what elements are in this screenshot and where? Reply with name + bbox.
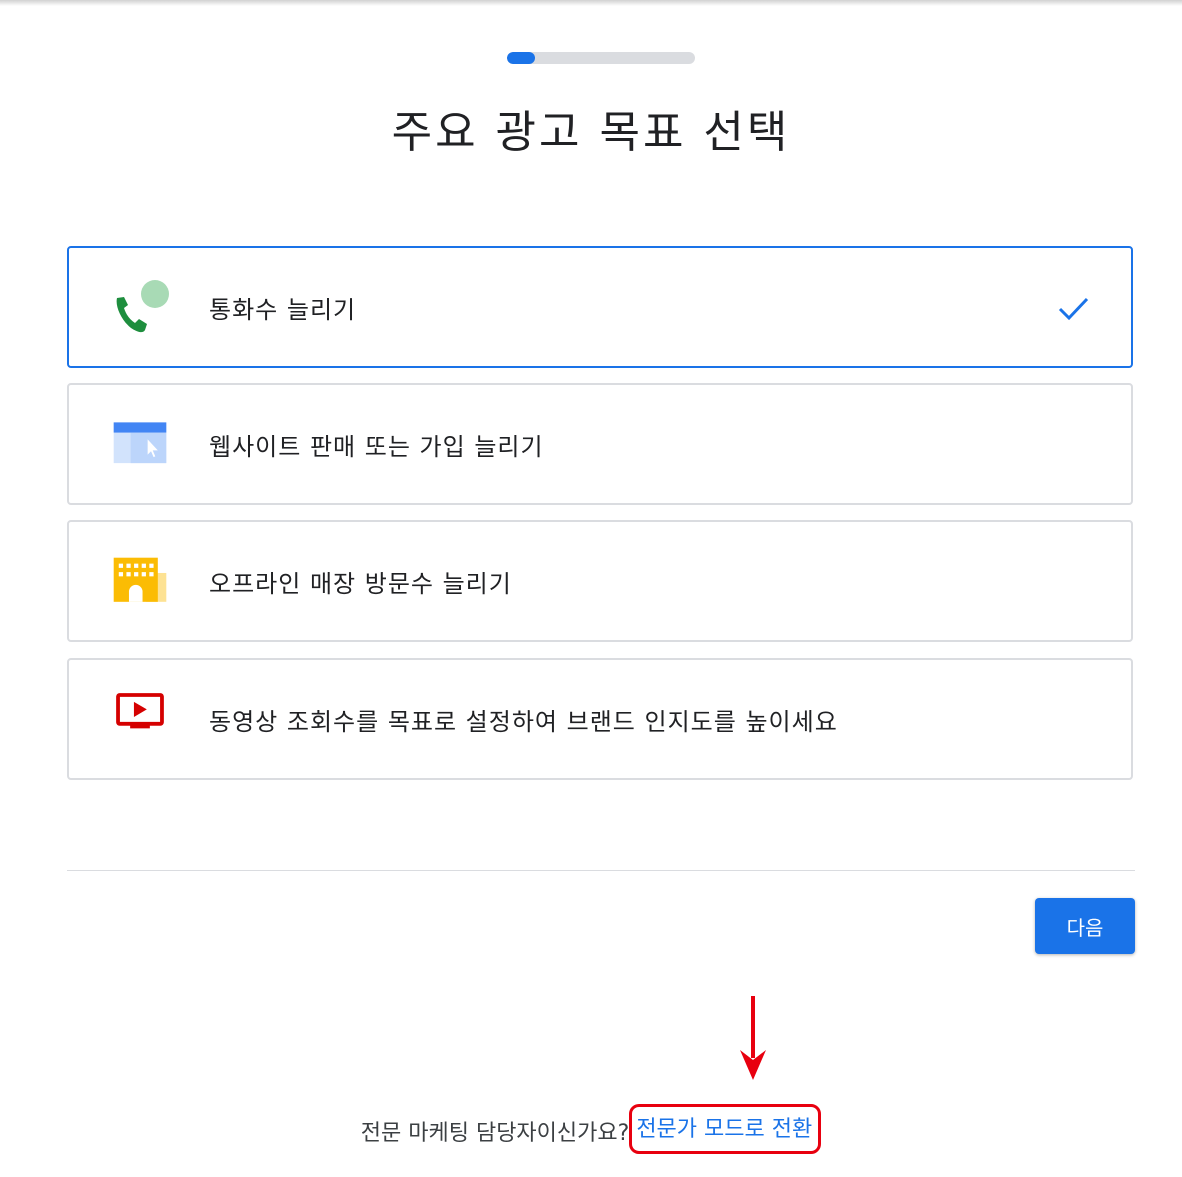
website-click-icon [113,422,167,464]
phone-call-icon [116,280,169,333]
highlight-box: 전문가 모드로 전환 [629,1104,822,1154]
goal-card-website[interactable]: 웹사이트 판매 또는 가입 늘리기 [67,383,1133,505]
store-building-icon [113,557,167,602]
progress-bar [507,52,695,64]
goal-label-store: 오프라인 매장 방문수 늘리기 [209,569,512,598]
footer-question: 전문 마케팅 담당자이신가요? [360,1121,630,1146]
arrow-down-icon [740,996,766,1080]
top-shadow [0,0,1182,6]
goal-card-store[interactable]: 오프라인 매장 방문수 늘리기 [67,520,1133,642]
checkmark-icon [1058,297,1089,321]
video-play-icon [116,693,164,729]
expert-mode-link[interactable]: 전문가 모드로 전환 [636,1117,812,1142]
footer: 전문 마케팅 담당자이신가요? 전문가 모드로 전환 [0,1104,1182,1158]
goal-card-calls[interactable]: 통화수 늘리기 [67,246,1133,368]
divider [67,870,1135,871]
goal-label-website: 웹사이트 판매 또는 가입 늘리기 [209,432,544,461]
page: 주요 광고 목표 선택 통화수 늘리기 웹사이트 판매 또는 가입 늘리기 오프… [0,0,1182,1177]
next-button[interactable]: 다음 [1035,898,1135,954]
progress-fill [507,52,536,64]
goal-label-video: 동영상 조회수를 목표로 설정하여 브랜드 인지도를 높이세요 [209,707,838,736]
goal-card-video[interactable]: 동영상 조회수를 목표로 설정하여 브랜드 인지도를 높이세요 [67,658,1133,780]
page-title: 주요 광고 목표 선택 [391,107,791,158]
goal-label-calls: 통화수 늘리기 [209,295,357,324]
